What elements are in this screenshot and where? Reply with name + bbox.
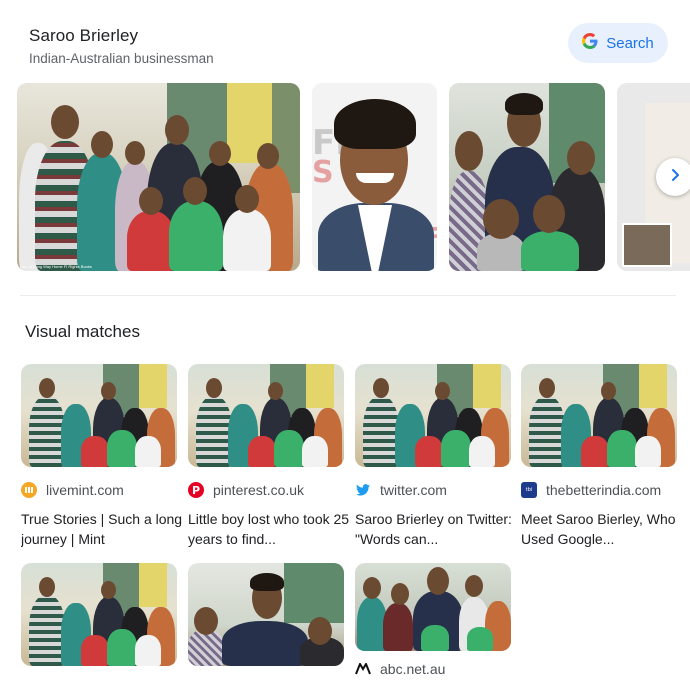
match-thumbnail[interactable] (21, 364, 177, 467)
carousel-image-group[interactable] (449, 83, 605, 271)
carousel-image-portrait[interactable]: FI S AF (312, 83, 437, 271)
search-button-label: Search (606, 34, 654, 52)
livemint-icon (21, 482, 37, 498)
match-source[interactable]: twitter.com (380, 482, 447, 498)
match-thumbnail[interactable] (355, 563, 511, 651)
image-credit-caption: Lion: A Long Way Home Fl Rights Books (20, 264, 92, 269)
pinterest-icon: P (188, 482, 204, 498)
match-thumbnail[interactable] (521, 364, 677, 467)
twitter-icon (355, 482, 371, 498)
entity-subtitle: Indian-Australian businessman (29, 51, 214, 66)
entity-title: Saroo Brierley (29, 26, 139, 45)
knowledge-header: Saroo Brierley Indian-Australian busines… (29, 26, 214, 66)
visual-match-card[interactable] (188, 563, 344, 666)
match-thumbnail[interactable] (188, 563, 344, 666)
google-g-icon (582, 32, 598, 54)
match-caption[interactable]: Little boy lost who took 25 years to fin… (188, 509, 350, 549)
match-thumbnail[interactable] (21, 563, 177, 666)
section-divider (20, 295, 676, 296)
visual-match-card[interactable]: abc.net.au (355, 563, 511, 679)
carousel-image-family[interactable]: Lion: A Long Way Home Fl Rights Books (17, 83, 300, 271)
match-thumbnail[interactable] (188, 364, 344, 467)
match-caption[interactable]: Meet Saroo Bierley, Who Used Google... (521, 509, 683, 549)
visual-match-card[interactable]: twitter.com Saroo Brierley on Twitter: "… (355, 364, 512, 549)
match-source[interactable]: pinterest.co.uk (213, 482, 304, 498)
visual-match-card[interactable]: tbi thebetterindia.com Meet Saroo Bierle… (521, 364, 677, 549)
abc-icon (355, 661, 371, 677)
visual-matches-heading: Visual matches (25, 322, 140, 341)
chevron-right-icon (668, 168, 682, 187)
match-source[interactable]: livemint.com (46, 482, 124, 498)
visual-match-card[interactable]: livemint.com True Stories | Such a long … (21, 364, 182, 549)
visual-match-card[interactable]: P pinterest.co.uk Little boy lost who to… (188, 364, 349, 549)
match-source[interactable]: thebetterindia.com (546, 482, 661, 498)
match-caption[interactable]: True Stories | Such a long journey | Min… (21, 509, 183, 549)
match-caption[interactable]: Saroo Brierley on Twitter: "Words can... (355, 509, 517, 549)
match-thumbnail[interactable] (355, 364, 511, 467)
carousel-next-button[interactable] (656, 158, 690, 196)
google-search-button[interactable]: Search (568, 23, 668, 63)
visual-match-card[interactable] (21, 563, 177, 666)
thebetterindia-icon: tbi (521, 482, 537, 498)
match-source[interactable]: abc.net.au (380, 661, 445, 677)
